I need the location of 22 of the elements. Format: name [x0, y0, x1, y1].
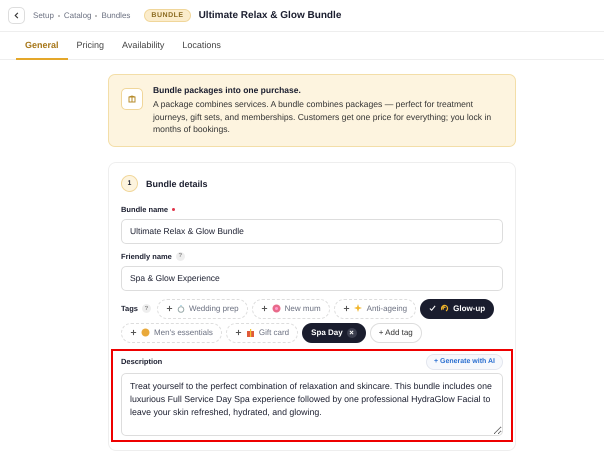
tag-chip[interactable]: Glow-up: [420, 298, 494, 318]
banner-title: Bundle packages into one purchase.: [153, 85, 302, 95]
tag-chip[interactable]: Anti-ageing: [334, 298, 416, 318]
tab[interactable]: General: [16, 32, 68, 60]
text-field[interactable]: Spa & Glow Experience: [121, 266, 503, 290]
tab[interactable]: Locations: [173, 32, 230, 60]
breadcrumb-link[interactable]: Catalog: [64, 11, 92, 20]
tab[interactable]: Pricing: [68, 32, 114, 60]
section-title: Bundle details: [146, 178, 208, 188]
tag-chip[interactable]: Men's essentials: [121, 322, 222, 342]
page-title: Ultimate Relax & Glow Bundle: [198, 10, 342, 21]
breadcrumb-link[interactable]: Bundles: [101, 11, 130, 20]
tag-chip[interactable]: Wedding prep: [156, 298, 248, 318]
breadcrumb-link[interactable]: Setup: [33, 11, 54, 20]
text-field[interactable]: Ultimate Relax & Glow Bundle: [121, 218, 503, 244]
tag-chip[interactable]: Spa Day: [302, 322, 366, 342]
tag-chip[interactable]: Gift card: [226, 322, 298, 342]
tab[interactable]: Availability: [113, 32, 174, 60]
banner-text: A package combines services. A bundle combines packages — perfect for treatment journeys, gift sets, and memberships. Customers get one price for everything; you lock in months of bookings.: [153, 98, 492, 136]
tag-chip[interactable]: New mum: [252, 298, 330, 318]
description-field[interactable]: Treat yourself to the perfect combination of relaxation and skincare. This bundle includes one luxurious Full Service Day Spa experience followed by one professional HydraGlow Facial to leave your skin refreshed, hydrated, and glowing.: [121, 372, 503, 436]
add-tag-button[interactable]: + Add tag: [370, 322, 422, 342]
